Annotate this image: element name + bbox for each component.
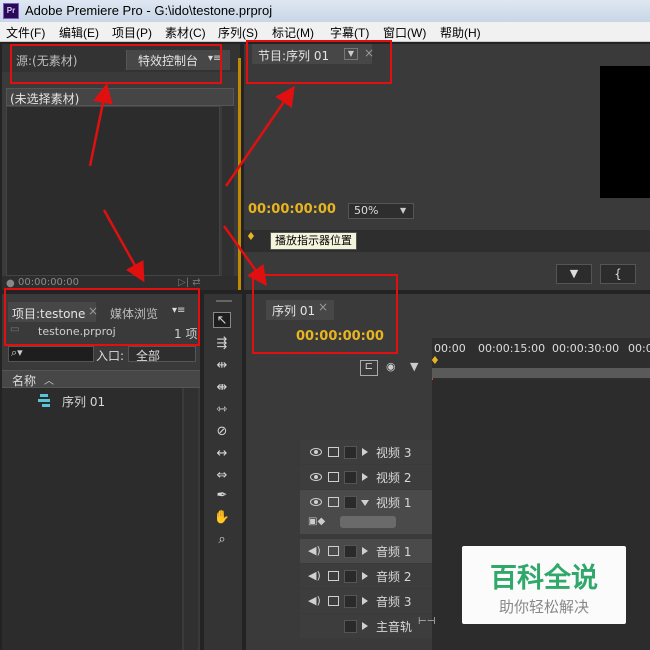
- annotation-arrows: [88, 83, 295, 287]
- arrow-to-source: [88, 83, 113, 167]
- arrow-to-project: [102, 209, 145, 283]
- arrow-to-timeline: [222, 225, 267, 287]
- arrow-to-program: [224, 85, 295, 187]
